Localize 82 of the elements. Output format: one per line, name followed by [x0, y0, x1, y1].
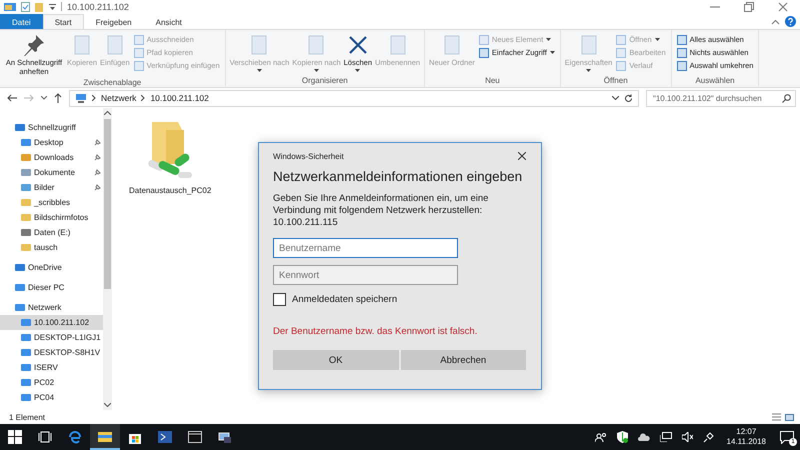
console-window-icon	[188, 430, 202, 444]
sidebar-item[interactable]: Dokumente	[0, 165, 103, 180]
up-icon[interactable]	[54, 93, 62, 103]
sidebar-item[interactable]: Downloads	[0, 150, 103, 165]
sidebar-item[interactable]: tausch	[0, 240, 103, 255]
browser-e-icon	[68, 430, 82, 444]
dialog-heading: Netzwerkanmeldeinformationen eingeben	[273, 169, 524, 184]
close-icon[interactable]	[778, 2, 788, 12]
scroll-up-icon[interactable]	[104, 111, 111, 115]
sidebar-item[interactable]: OneDrive	[0, 260, 103, 275]
sidebar-item[interactable]: Netzwerk	[0, 300, 103, 315]
shield-icon[interactable]	[616, 431, 628, 443]
properties-icon[interactable]	[21, 2, 30, 12]
sidebar-item[interactable]: Schnellzugriff	[0, 120, 103, 135]
recent-caret-icon[interactable]	[41, 96, 47, 100]
computer-network-icon	[218, 430, 232, 444]
sidebar-item[interactable]: PC02	[0, 375, 103, 390]
dialog-button[interactable]: OK	[273, 350, 398, 370]
task-view-icon	[38, 430, 52, 444]
collapse-ribbon-icon[interactable]	[771, 18, 780, 24]
group-label: Zwischenablage	[82, 78, 142, 87]
breadcrumb[interactable]: Netzwerk	[101, 93, 136, 103]
details-view-icon[interactable]	[772, 412, 781, 422]
taskbar-app[interactable]	[90, 424, 120, 450]
ribbon-tab[interactable]: Freigeben	[84, 14, 144, 29]
sidebar-item[interactable]: 10.100.211.102	[0, 315, 103, 330]
group-label: Organisieren	[300, 76, 349, 87]
search-icon	[782, 94, 791, 102]
speech-bubble-icon	[780, 430, 794, 444]
back-icon[interactable]	[7, 94, 17, 102]
pin-icon	[23, 34, 45, 56]
speaker-icon[interactable]	[682, 432, 693, 442]
sidebar-item[interactable]: DESKTOP-S8H1V	[0, 345, 103, 360]
input-field[interactable]: Benutzername	[273, 238, 458, 258]
help-icon[interactable]	[785, 16, 796, 27]
close-icon[interactable]	[518, 152, 526, 160]
large-icons-view-icon[interactable]	[785, 412, 794, 422]
explorer-icon	[4, 2, 16, 12]
address-field[interactable]: Netzwerk 10.100.211.102	[69, 90, 639, 106]
scrollbar[interactable]	[103, 108, 112, 410]
dialog-button[interactable]: Abbrechen	[400, 350, 526, 370]
terminal-icon	[158, 430, 172, 444]
input-field[interactable]: Kennwort	[273, 265, 458, 285]
network-share-item[interactable]: Datenaustausch_PC02	[127, 118, 214, 197]
dialog-title: Windows-Sicherheit	[273, 152, 344, 160]
ribbon-tab[interactable]: Start	[42, 14, 84, 29]
breadcrumb[interactable]: 10.100.211.102	[150, 93, 209, 103]
refresh-icon[interactable]	[624, 94, 633, 102]
ribbon-tab[interactable]: Datei	[0, 14, 43, 29]
clock-time: 12:07	[736, 427, 756, 437]
chevron-icon	[92, 95, 96, 101]
sidebar-item[interactable]: _scribbles	[0, 195, 103, 210]
checkbox[interactable]	[273, 293, 286, 306]
checkbox-label[interactable]: Anmeldedaten speichern	[292, 294, 398, 305]
dialog-message: Geben Sie Ihre Anmeldeinformationen ein, um eine Verbindung mit folgendem Netzwerk herzustellen:	[273, 193, 490, 217]
dropdown-caret-icon[interactable]	[612, 96, 619, 100]
customize-caret-icon[interactable]	[49, 2, 56, 10]
scroll-down-icon[interactable]	[104, 403, 111, 407]
people-icon[interactable]	[594, 432, 607, 442]
sidebar-item[interactable]: Daten (E:)	[0, 225, 103, 240]
maximize-icon[interactable]	[744, 2, 754, 12]
clock-date: 14.11.2018	[726, 437, 766, 447]
windows-logo-icon	[8, 430, 22, 444]
error-message: Der Benutzername bzw. das Kennwort ist falsch.	[273, 326, 478, 337]
sidebar-item[interactable]: Desktop	[0, 135, 103, 150]
network-address: 10.100.211.115	[273, 217, 339, 229]
sidebar-item[interactable]: DESKTOP-L1IGJ1	[0, 330, 103, 345]
ribbon-tab[interactable]: Ansicht	[144, 14, 194, 29]
sidebar-item[interactable]: Dieser PC	[0, 280, 103, 295]
group-label: Öffnen	[602, 76, 629, 87]
sidebar-item[interactable]: Bildschirmfotos	[0, 210, 103, 225]
sidebar-item[interactable]: Bilder	[0, 180, 103, 195]
window-title: 10.100.211.102	[67, 2, 129, 12]
sidebar-item[interactable]: PC04	[0, 390, 103, 405]
group-label: Auswählen	[694, 76, 736, 87]
chevron-icon	[141, 95, 146, 101]
search-field[interactable]: "10.100.211.102" durchsuchen	[646, 90, 796, 106]
group-label: Neu	[484, 76, 501, 87]
delete-icon	[346, 34, 369, 56]
link-icon[interactable]	[702, 432, 714, 442]
status-text: 1 Element	[9, 412, 46, 422]
sidebar-item[interactable]: ISERV	[0, 360, 103, 375]
